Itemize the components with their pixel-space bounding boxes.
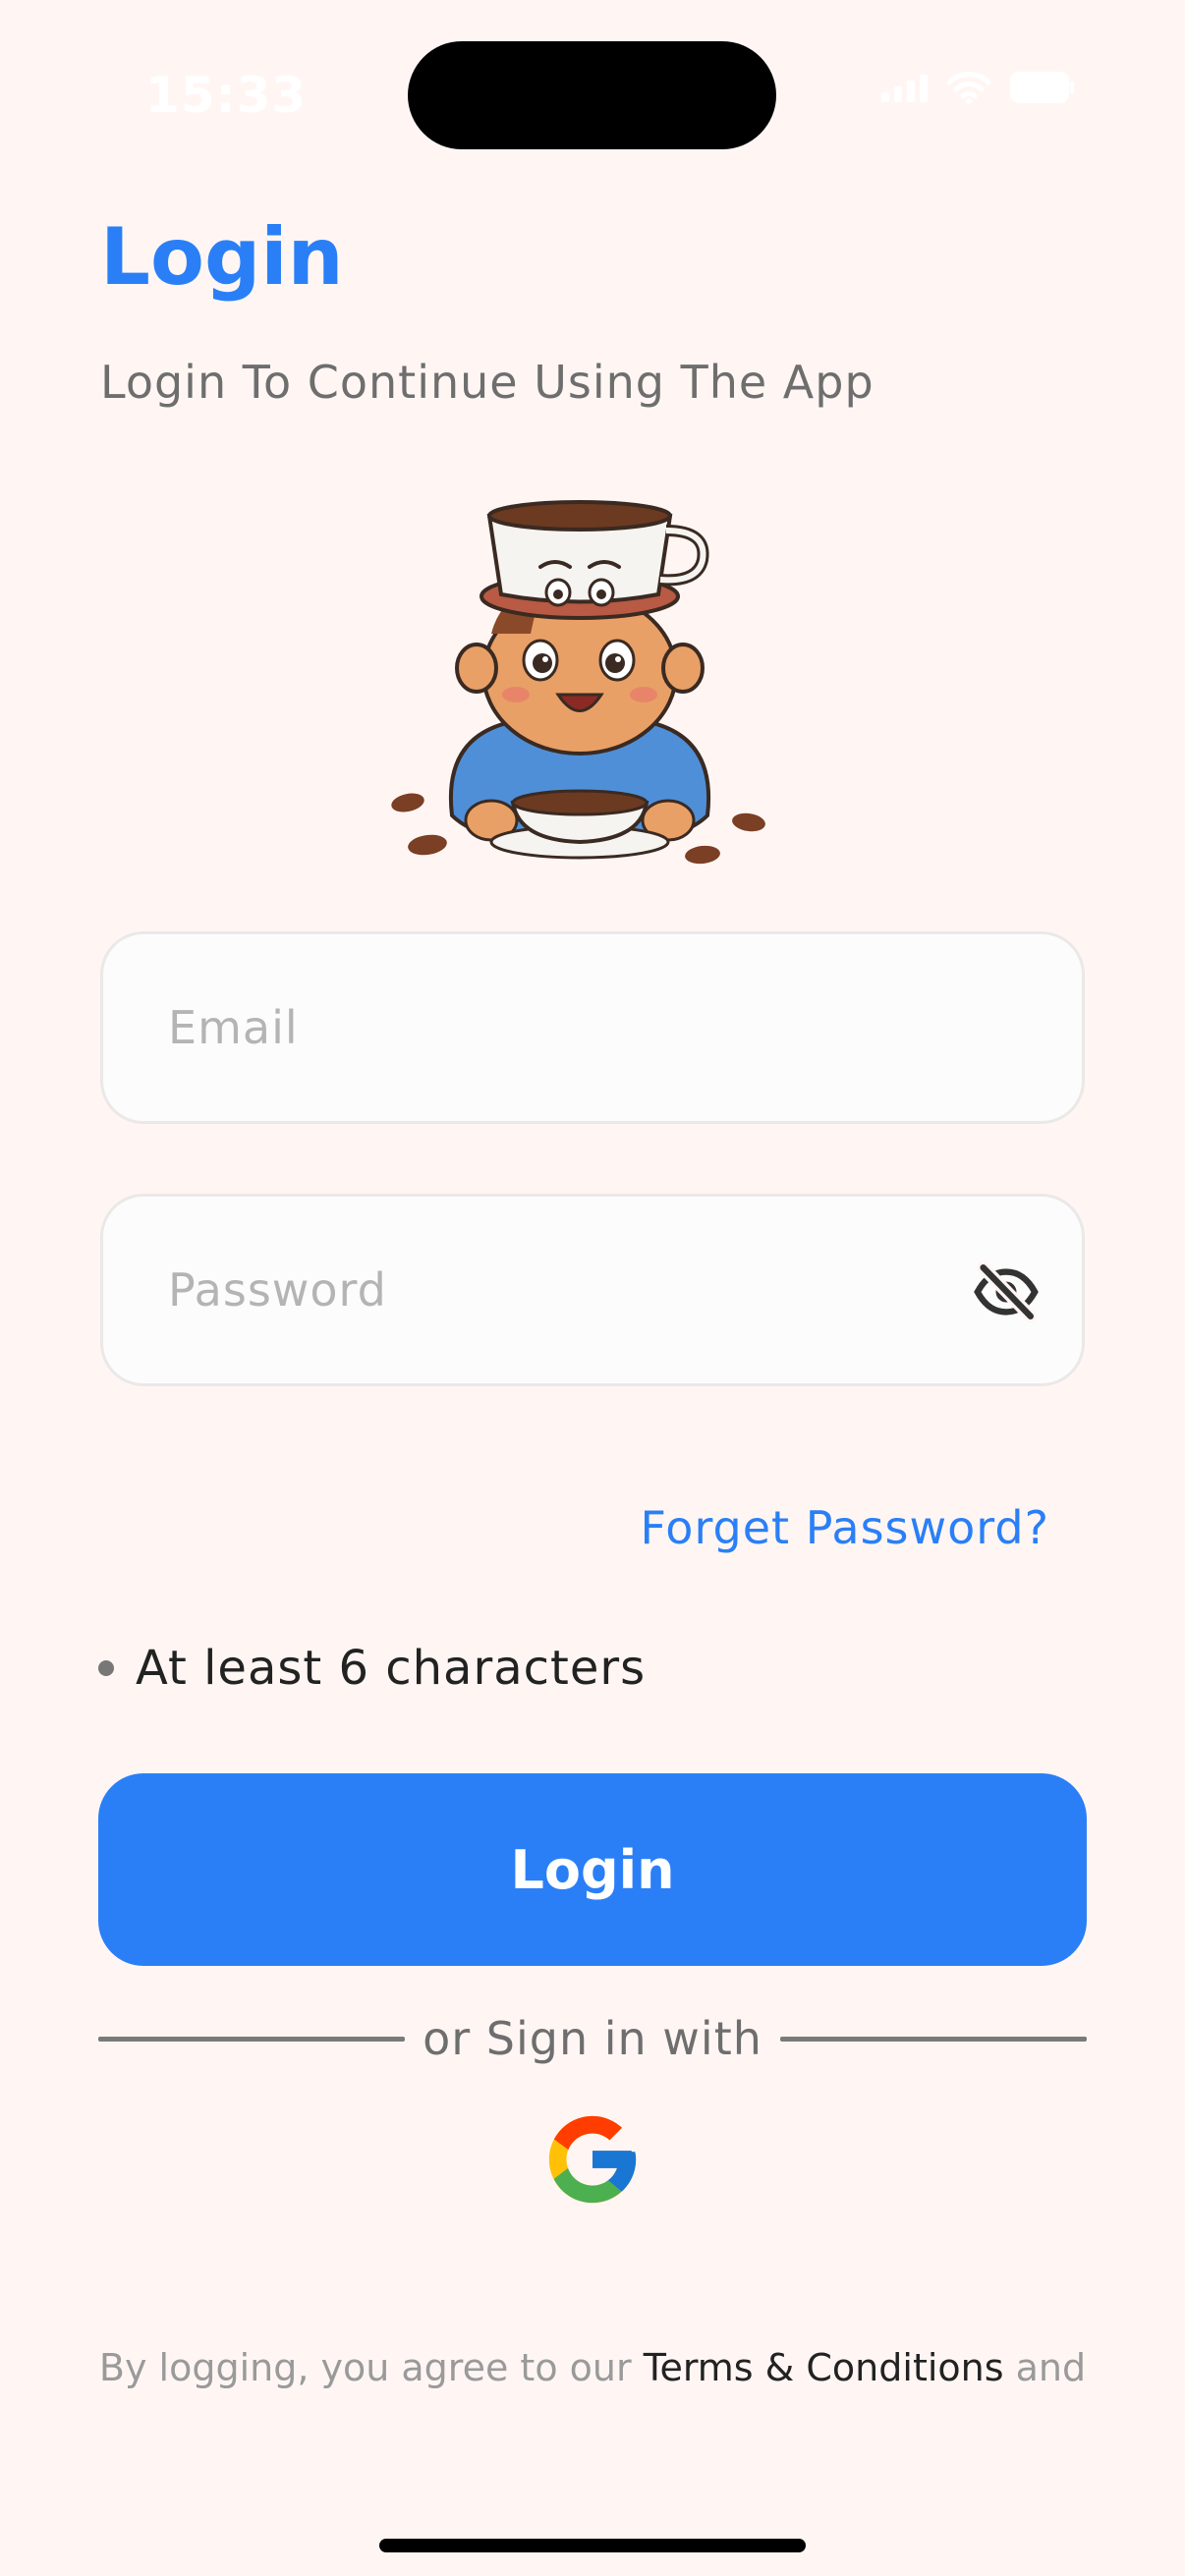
- coffee-mascot-illustration: [391, 500, 765, 865]
- social-divider: or Sign in with: [98, 2009, 1088, 2068]
- eye-slash-icon[interactable]: [972, 1258, 1041, 1326]
- battery-icon: [1010, 72, 1075, 103]
- status-time: 15:33: [145, 67, 308, 124]
- password-input[interactable]: [168, 1263, 1017, 1316]
- password-hint: At least 6 characters: [98, 1641, 646, 1696]
- home-indicator: [379, 2539, 806, 2552]
- password-field-container: [100, 1194, 1085, 1386]
- terms-link[interactable]: Terms & Conditions: [644, 2346, 1004, 2389]
- divider-line-right: [779, 2036, 1088, 2042]
- signal-icon: [881, 73, 928, 102]
- divider-text: or Sign in with: [423, 2012, 762, 2065]
- google-icon[interactable]: [540, 2107, 645, 2212]
- forgot-password-link[interactable]: Forget Password?: [640, 1501, 1049, 1554]
- dynamic-island: [408, 41, 776, 149]
- password-hint-text: At least 6 characters: [136, 1641, 647, 1696]
- login-button[interactable]: Login: [98, 1773, 1087, 1966]
- terms-prefix: By logging, you agree to our: [98, 2346, 644, 2389]
- terms-text: By logging, you agree to our Terms & Con…: [0, 2346, 1185, 2389]
- email-input[interactable]: [168, 1001, 1017, 1054]
- page-subtitle: Login To Continue Using The App: [100, 356, 875, 409]
- status-icons: [881, 71, 1075, 104]
- divider-line-left: [98, 2036, 406, 2042]
- wifi-icon: [947, 71, 990, 104]
- terms-suffix: and: [1003, 2346, 1087, 2389]
- page-title: Login: [100, 211, 344, 303]
- bullet-icon: [98, 1660, 114, 1676]
- email-field-container: [100, 931, 1085, 1124]
